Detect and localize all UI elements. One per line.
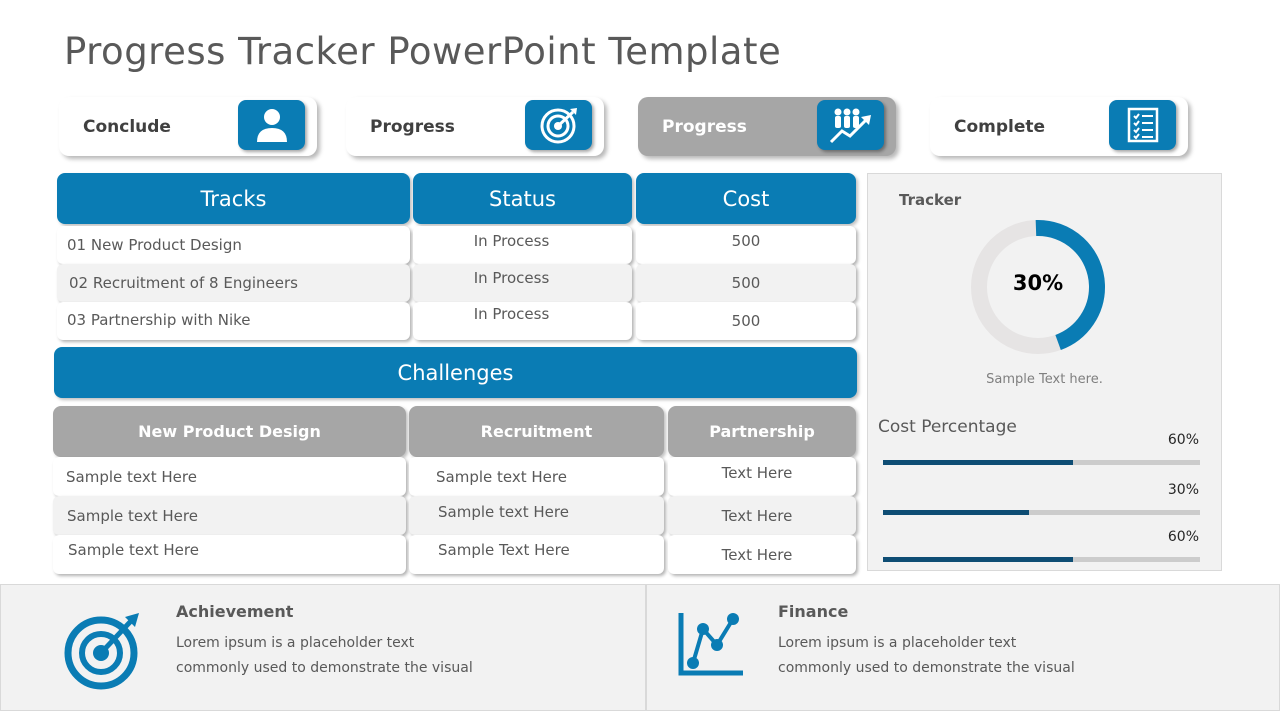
footer-text-line: commonly used to demonstrate the visual [176,660,473,676]
footer-title: Finance [778,602,849,621]
bar-percent-label: 60% [1167,529,1199,545]
challenge-cell: Sample text Here [53,535,406,574]
progress-bar [883,557,1200,562]
stage-card-conclude[interactable]: Conclude [59,97,317,156]
stage-label: Conclude [83,116,171,137]
target-arrow-icon [64,613,139,690]
stage-card-progress-2[interactable]: Progress [638,97,896,156]
cost-percentage-title: Cost Percentage [878,417,1017,437]
footer-text-line: Lorem ipsum is a placeholder text [176,635,415,651]
bar-percent-label: 60% [1167,432,1199,448]
progress-bar-fill [883,460,1074,465]
footer-title: Achievement [176,602,294,621]
stage-label: Progress [662,116,747,137]
progress-bar-fill [883,557,1074,562]
progress-percent: 30% [1012,271,1064,295]
stage-card-progress-1[interactable]: Progress [346,97,604,156]
stage-label: Complete [954,116,1046,137]
column-header-tracks: Tracks [57,173,410,224]
progress-bar [883,510,1200,515]
progress-bar [883,460,1200,465]
challenge-cell: Sample text Here [53,457,406,496]
challenge-cell: Sample text Here [409,457,664,496]
track-cost: 500 [636,264,856,302]
track-cost: 500 [636,226,856,264]
challenges-header: Challenges [54,347,857,398]
challenge-header-product: New Product Design [53,406,406,457]
challenge-cell: Text Here [668,457,856,496]
challenge-cell: Text Here [668,535,856,574]
stage-card-complete[interactable]: Complete [930,97,1188,156]
footer-text-line: Lorem ipsum is a placeholder text [778,635,1017,651]
challenge-cell: Sample text Here [53,496,406,535]
target-icon [525,100,592,150]
team-growth-icon [817,100,884,150]
track-status: In Process [413,302,632,340]
column-header-status: Status [413,173,632,224]
stage-label: Progress [370,116,455,137]
challenge-cell: Text Here [668,496,856,535]
person-icon [238,100,305,150]
challenge-cell: Sample text Here [409,496,664,535]
tracker-caption: Sample Text here. [986,372,1103,387]
track-status: In Process [413,264,632,302]
footer-card-finance: Finance Lorem ipsum is a placeholder tex… [646,584,1280,711]
checklist-icon [1109,100,1176,150]
bar-percent-label: 30% [1167,482,1199,498]
challenge-cell: Sample Text Here [409,535,664,574]
progress-bar-fill [883,510,1029,515]
challenge-header-partnership: Partnership [668,406,856,457]
footer-text-line: commonly used to demonstrate the visual [778,660,1075,676]
tracker-panel: Tracker 30% Sample Text here. Cost Perce… [867,173,1222,571]
track-name: 02 Recruitment of 8 Engineers [57,264,410,302]
track-name: 03 Partnership with Nike [57,302,410,340]
tracker-title: Tracker [899,191,962,209]
track-cost: 500 [636,302,856,340]
challenge-header-recruitment: Recruitment [409,406,664,457]
track-name: 01 New Product Design [57,226,410,264]
column-header-cost: Cost [636,173,856,224]
line-chart-icon [678,613,743,676]
page-title: Progress Tracker PowerPoint Template [64,30,782,73]
track-status: In Process [413,226,632,264]
footer-card-achievement: Achievement Lorem ipsum is a placeholder… [0,584,646,711]
